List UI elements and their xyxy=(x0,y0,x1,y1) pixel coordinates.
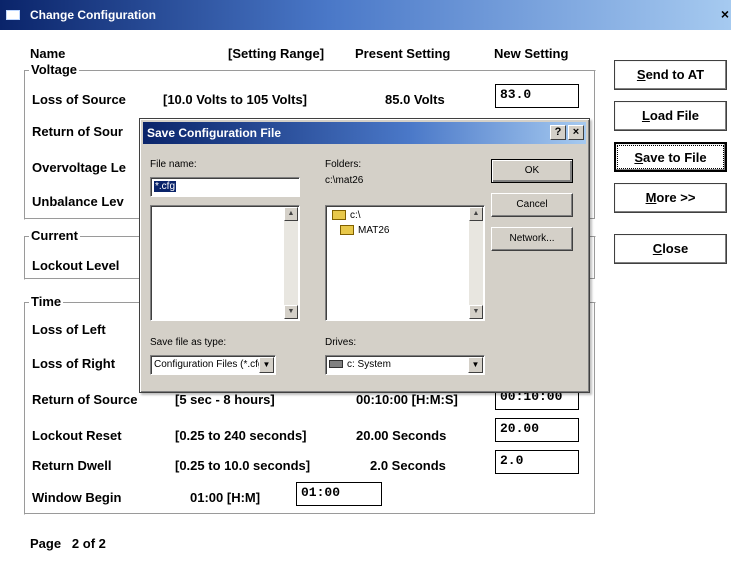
cancel-button[interactable]: Cancel xyxy=(491,193,573,217)
lockout-level-label: Lockout Level xyxy=(32,258,120,273)
folders-label: Folders: xyxy=(325,159,362,170)
loss-of-source-present: 85.0 Volts xyxy=(385,92,445,107)
folder-item-root[interactable]: c:\ xyxy=(332,210,361,221)
voltage-group-title: Voltage xyxy=(29,62,79,77)
drive-icon xyxy=(329,360,343,369)
return-dwell-new-input[interactable]: 2.0 xyxy=(495,450,579,474)
return-dwell-label: Return Dwell xyxy=(32,458,112,473)
time-group-title: Time xyxy=(29,294,64,309)
drives-select[interactable]: c: System ▼ xyxy=(325,355,485,375)
file-list-scrollbar[interactable]: ▲ ▼ xyxy=(284,207,298,319)
file-list[interactable]: ▲ ▼ xyxy=(150,205,300,321)
scroll-up-icon[interactable]: ▲ xyxy=(469,207,483,221)
dialog-titlebar: Save Configuration File ? × xyxy=(143,122,586,144)
save-configuration-dialog: Save Configuration File ? × File name: *… xyxy=(139,118,590,393)
header-name: Name xyxy=(30,46,66,61)
send-to-at-button[interactable]: Send to AT xyxy=(614,60,727,90)
close-button[interactable]: Close xyxy=(614,234,727,264)
dialog-close-button[interactable]: × xyxy=(568,125,584,140)
network-button[interactable]: Network... xyxy=(491,227,573,251)
folders-path: c:\mat26 xyxy=(325,175,364,186)
return-dwell-range: [0.25 to 10.0 seconds] xyxy=(175,458,311,473)
header-present-setting: Present Setting xyxy=(355,46,451,61)
drives-label: Drives: xyxy=(325,337,357,348)
loss-of-source-label: Loss of Source xyxy=(32,92,126,107)
window-close-button[interactable]: × xyxy=(721,6,729,22)
window-titlebar: Change Configuration × xyxy=(0,0,731,30)
folder-list-scrollbar[interactable]: ▲ ▼ xyxy=(469,207,483,319)
window-begin-present: 01:00 [H:M] xyxy=(190,490,261,505)
return-of-source-time-label: Return of Source xyxy=(32,392,138,407)
overvoltage-label: Overvoltage Le xyxy=(32,160,126,175)
current-group-title: Current xyxy=(29,228,80,243)
app-window-icon xyxy=(6,10,20,20)
lockout-reset-present: 20.00 Seconds xyxy=(356,428,447,443)
scroll-down-icon[interactable]: ▼ xyxy=(284,305,298,319)
window-title: Change Configuration xyxy=(30,8,156,22)
file-name-label: File name: xyxy=(150,159,197,170)
header-setting-range: [Setting Range] xyxy=(228,46,325,61)
file-name-value: *.cfg xyxy=(154,181,177,192)
save-type-label: Save file as type: xyxy=(150,337,227,348)
dialog-title: Save Configuration File xyxy=(147,126,282,140)
return-of-source-time-present: 00:10:00 [H:M:S] xyxy=(356,392,458,407)
save-type-select[interactable]: Configuration Files (*.cfg ▼ xyxy=(150,355,276,375)
ok-button[interactable]: OK xyxy=(491,159,573,183)
loss-of-left-label: Loss of Left xyxy=(32,322,106,337)
more-button[interactable]: More >> xyxy=(614,183,727,213)
page-value: 2 of 2 xyxy=(71,536,106,551)
return-dwell-present: 2.0 Seconds xyxy=(370,458,446,473)
dialog-help-button[interactable]: ? xyxy=(550,125,566,140)
loss-of-source-range: [10.0 Volts to 105 Volts] xyxy=(163,92,308,107)
scroll-down-icon[interactable]: ▼ xyxy=(469,305,483,319)
lockout-reset-new-input[interactable]: 20.00 xyxy=(495,418,579,442)
file-name-input[interactable]: *.cfg xyxy=(150,177,300,197)
scroll-up-icon[interactable]: ▲ xyxy=(284,207,298,221)
loss-of-source-new-input[interactable]: 83.0 xyxy=(495,84,579,108)
open-folder-icon xyxy=(332,210,346,221)
load-file-button[interactable]: Load File xyxy=(614,101,727,131)
folder-item-mat26[interactable]: MAT26 xyxy=(340,225,390,236)
folder-list[interactable]: c:\ MAT26 ▲ ▼ xyxy=(325,205,485,321)
page-indicator: Page 2 of 2 xyxy=(30,536,106,551)
loss-of-right-label: Loss of Right xyxy=(32,356,116,371)
window-begin-label: Window Begin xyxy=(32,490,122,505)
unbalance-label: Unbalance Lev xyxy=(32,194,124,209)
save-to-file-button[interactable]: Save to File xyxy=(614,142,727,172)
chevron-down-icon[interactable]: ▼ xyxy=(468,357,483,373)
save-type-value: Configuration Files (*.cfg xyxy=(154,359,264,370)
window-begin-new-input[interactable]: 01:00 xyxy=(296,482,382,506)
open-folder-icon xyxy=(340,225,354,236)
header-new-setting: New Setting xyxy=(494,46,569,61)
chevron-down-icon[interactable]: ▼ xyxy=(259,357,274,373)
return-of-source-time-range: [5 sec - 8 hours] xyxy=(175,392,275,407)
lockout-reset-label: Lockout Reset xyxy=(32,428,122,443)
return-of-source-voltage-label: Return of Sour xyxy=(32,124,123,139)
lockout-reset-range: [0.25 to 240 seconds] xyxy=(175,428,307,443)
drives-value: c: System xyxy=(347,359,391,370)
page-label: Page xyxy=(30,536,62,551)
